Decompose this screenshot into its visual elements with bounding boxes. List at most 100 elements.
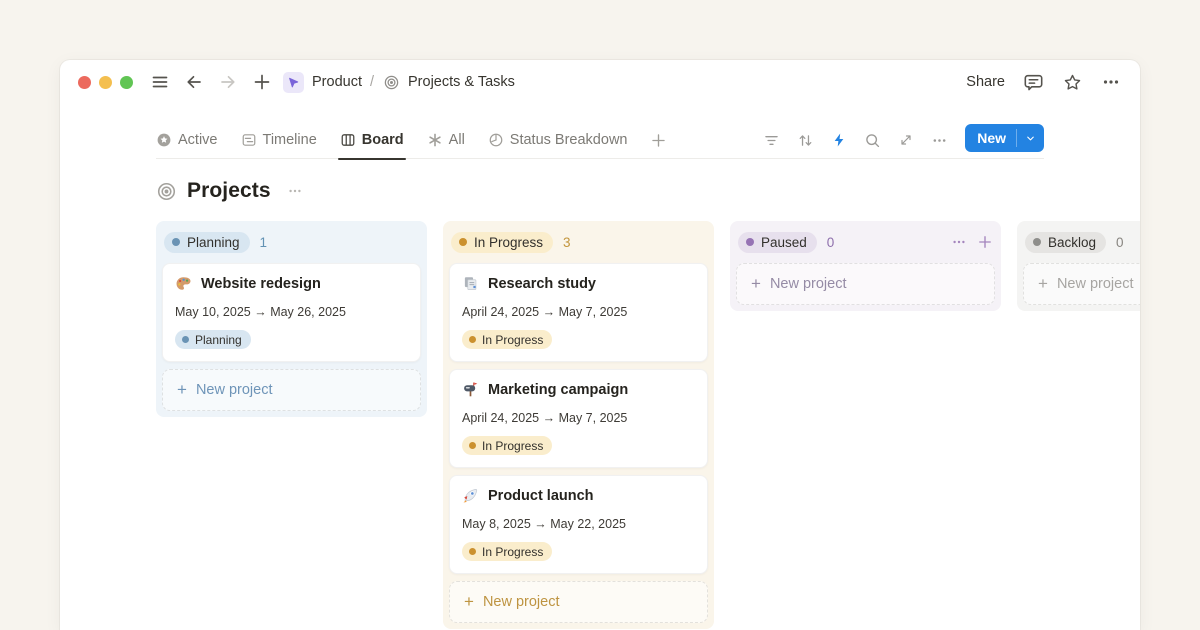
- nav-controls: [149, 71, 273, 93]
- column-in-progress: In Progress 3 Research study April 24, 2…: [443, 221, 714, 629]
- back-icon[interactable]: [183, 71, 205, 93]
- search-icon[interactable]: [864, 132, 881, 149]
- column-backlog: Backlog 0 + New project: [1017, 221, 1140, 311]
- column-paused: Paused 0 + New project: [730, 221, 1001, 311]
- column-header: In Progress 3: [449, 227, 708, 257]
- badge-label: Planning: [195, 333, 242, 347]
- status-pill[interactable]: Paused: [738, 232, 817, 253]
- column-header: Backlog 0: [1023, 227, 1140, 257]
- workspace-icon[interactable]: [283, 72, 304, 93]
- zoom-window-button[interactable]: [120, 76, 133, 89]
- plus-icon: +: [464, 593, 474, 610]
- star-circle-icon: [156, 132, 172, 148]
- project-card[interactable]: Product launch May 8, 2025 → May 22, 202…: [449, 475, 708, 574]
- expand-icon[interactable]: [898, 132, 914, 148]
- status-dot: [1033, 238, 1041, 246]
- status-label: Backlog: [1048, 235, 1096, 250]
- star-icon[interactable]: [1061, 71, 1083, 93]
- breadcrumb: Product / Projects & Tasks: [283, 72, 515, 93]
- card-dates: April 24, 2025 → May 7, 2025: [462, 305, 695, 319]
- column-count: 0: [827, 235, 835, 250]
- view-tabs: Active Timeline Board All: [156, 128, 667, 152]
- status-dot: [469, 548, 476, 555]
- new-project-label: New project: [196, 382, 273, 398]
- minimize-window-button[interactable]: [99, 76, 112, 89]
- status-label: Paused: [761, 235, 807, 250]
- status-pill[interactable]: Backlog: [1025, 232, 1106, 253]
- board-title-row: Projects: [156, 175, 1044, 207]
- status-pill[interactable]: Planning: [164, 232, 250, 253]
- comment-icon[interactable]: [1022, 71, 1044, 93]
- new-project-label: New project: [1057, 276, 1134, 292]
- card-list: Research study April 24, 2025 → May 7, 2…: [449, 263, 708, 574]
- breadcrumb-workspace[interactable]: Product: [312, 74, 362, 90]
- card-title: Website redesign: [201, 276, 321, 292]
- column-count: 3: [563, 235, 571, 250]
- app-window: Product / Projects & Tasks Share: [60, 60, 1140, 630]
- more-icon[interactable]: [1100, 71, 1122, 93]
- share-button[interactable]: Share: [966, 74, 1005, 90]
- card-title: Marketing campaign: [488, 382, 628, 398]
- sort-icon[interactable]: [797, 132, 814, 149]
- timeline-icon: [241, 132, 257, 148]
- card-dates: May 8, 2025 → May 22, 2025: [462, 517, 695, 531]
- badge-label: In Progress: [482, 333, 543, 347]
- card-title: Research study: [488, 276, 596, 292]
- new-project-label: New project: [483, 594, 560, 610]
- view-toolbar: New: [763, 128, 1044, 152]
- new-project-button[interactable]: + New project: [162, 369, 421, 411]
- card-list: Website redesign May 10, 2025 → May 26, …: [162, 263, 421, 362]
- titlebar: Product / Projects & Tasks Share: [60, 60, 1140, 104]
- lightning-icon[interactable]: [831, 132, 847, 148]
- status-pill[interactable]: In Progress: [451, 232, 553, 253]
- breadcrumb-page[interactable]: Projects & Tasks: [408, 74, 515, 90]
- documents-icon: [462, 275, 479, 292]
- card-title: Product launch: [488, 488, 594, 504]
- tab-label: Timeline: [263, 132, 317, 148]
- status-badge: In Progress: [462, 436, 552, 455]
- badge-label: In Progress: [482, 439, 543, 453]
- new-project-label: New project: [770, 276, 847, 292]
- asterisk-icon: [427, 132, 443, 148]
- status-badge: In Progress: [462, 542, 552, 561]
- tab-board[interactable]: Board: [340, 128, 404, 152]
- project-card[interactable]: Website redesign May 10, 2025 → May 26, …: [162, 263, 421, 362]
- new-button[interactable]: New: [965, 124, 1044, 152]
- page-title: Projects: [187, 179, 271, 203]
- add-view-icon[interactable]: [650, 128, 667, 152]
- column-header-tools: [951, 234, 993, 250]
- filter-icon[interactable]: [763, 132, 780, 149]
- clock-pie-icon: [488, 132, 504, 148]
- forward-icon[interactable]: [217, 71, 239, 93]
- status-dot: [746, 238, 754, 246]
- palette-icon: [175, 275, 192, 292]
- column-count: 0: [1116, 235, 1124, 250]
- card-dates: April 24, 2025 → May 7, 2025: [462, 411, 695, 425]
- status-dot: [469, 442, 476, 449]
- tab-all[interactable]: All: [427, 128, 465, 152]
- tab-label: Board: [362, 132, 404, 148]
- close-window-button[interactable]: [78, 76, 91, 89]
- column-count: 1: [260, 235, 268, 250]
- new-project-button[interactable]: + New project: [1023, 263, 1140, 305]
- column-more-icon[interactable]: [951, 234, 967, 250]
- tab-timeline[interactable]: Timeline: [241, 128, 317, 152]
- target-icon: [156, 181, 177, 202]
- board-icon: [340, 132, 356, 148]
- title-more-icon[interactable]: [287, 183, 303, 199]
- tab-label: Active: [178, 132, 218, 148]
- tab-status-breakdown[interactable]: Status Breakdown: [488, 128, 628, 152]
- new-project-button[interactable]: + New project: [736, 263, 995, 305]
- view-more-icon[interactable]: [931, 132, 948, 149]
- new-tab-icon[interactable]: [251, 71, 273, 93]
- menu-icon[interactable]: [149, 71, 171, 93]
- column-add-icon[interactable]: [977, 234, 993, 250]
- status-dot: [459, 238, 467, 246]
- new-button-label: New: [965, 124, 1016, 152]
- status-dot: [182, 336, 189, 343]
- tab-active[interactable]: Active: [156, 128, 218, 152]
- chevron-down-icon[interactable]: [1017, 124, 1044, 152]
- project-card[interactable]: Marketing campaign April 24, 2025 → May …: [449, 369, 708, 468]
- new-project-button[interactable]: + New project: [449, 581, 708, 623]
- project-card[interactable]: Research study April 24, 2025 → May 7, 2…: [449, 263, 708, 362]
